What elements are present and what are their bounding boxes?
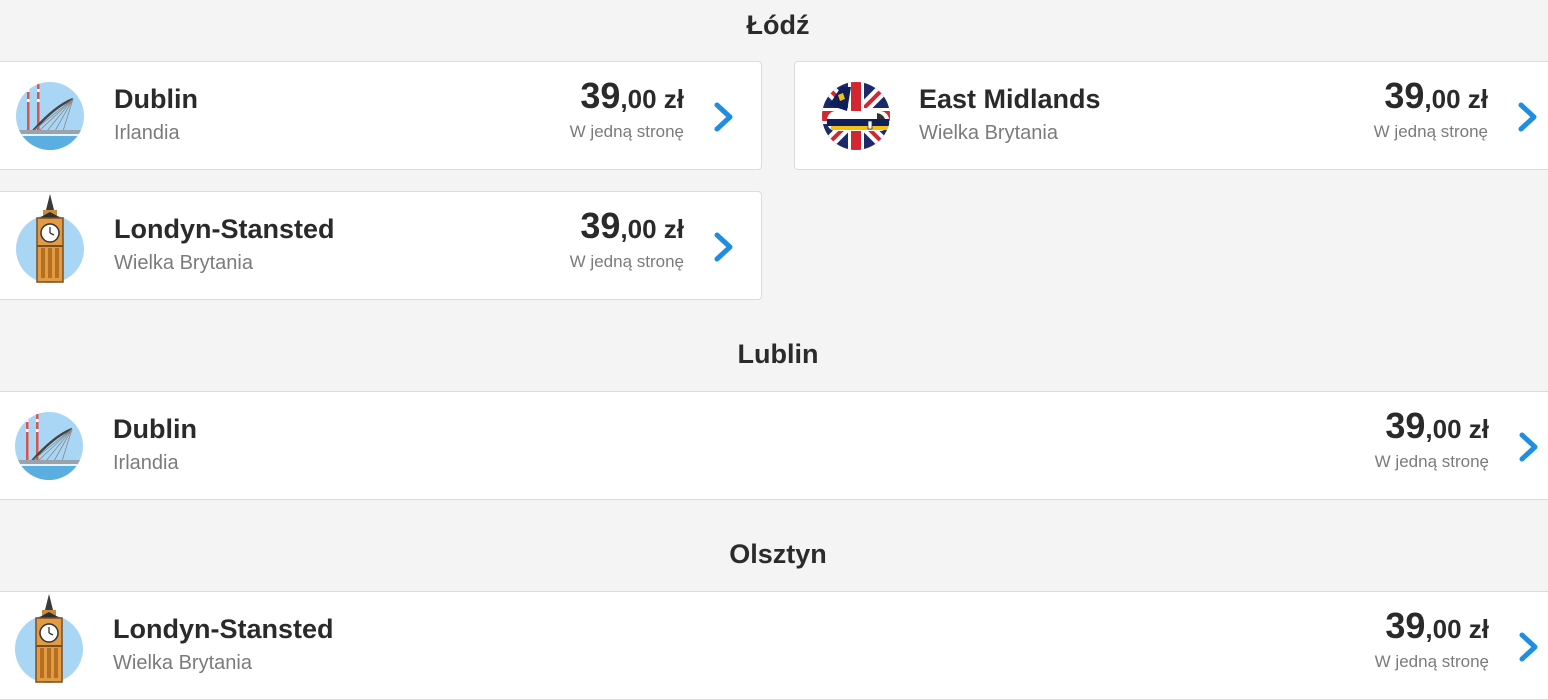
destination-city: Dublin	[113, 414, 197, 444]
price-block: 39,00 zł W jedną stronę	[570, 78, 684, 142]
destination-city: Dublin	[114, 84, 198, 114]
price-block: 39,00 zł W jedną stronę	[1375, 408, 1489, 472]
chevron-right-icon[interactable]	[1517, 102, 1539, 132]
chevron-right-icon[interactable]	[1518, 632, 1540, 662]
destination-city: Londyn-Stansted	[114, 214, 335, 244]
route-card-lodz-londyn-stansted[interactable]: Londyn-Stansted Wielka Brytania 39,00 zł…	[0, 191, 762, 300]
price: 39,00 zł	[1384, 75, 1488, 116]
ryanair-plane-uk-flag-icon	[821, 81, 891, 151]
route-card-lodz-dublin[interactable]: Dublin Irlandia 39,00 zł W jedną stronę	[0, 61, 762, 170]
chevron-right-icon[interactable]	[1518, 432, 1540, 462]
fare-type-label: W jedną stronę	[569, 252, 684, 271]
section-title-lodz: Łódź	[746, 10, 810, 40]
fare-type-label: W jedną stronę	[1374, 452, 1489, 471]
price: 39,00 zł	[580, 75, 684, 116]
dublin-bridge-icon	[15, 81, 85, 151]
price: 39,00 zł	[1385, 405, 1489, 446]
route-card-lodz-east-midlands[interactable]: East Midlands Wielka Brytania 39,00 zł W…	[794, 61, 1548, 170]
price-block: 39,00 zł W jedną stronę	[1375, 608, 1489, 672]
destination-country: Irlandia	[114, 122, 180, 144]
price: 39,00 zł	[580, 205, 684, 246]
route-card-olsztyn-londyn-stansted[interactable]: Londyn-Stansted Wielka Brytania 39,00 zł…	[0, 591, 1548, 700]
price-block: 39,00 zł W jedną stronę	[570, 208, 684, 272]
destination-city: Londyn-Stansted	[113, 614, 334, 644]
big-ben-icon	[14, 594, 84, 684]
destination-country: Irlandia	[113, 452, 179, 474]
destination-country: Wielka Brytania	[113, 652, 252, 674]
section-title-lublin: Lublin	[737, 339, 819, 369]
fare-type-label: W jedną stronę	[1374, 652, 1489, 671]
fare-type-label: W jedną stronę	[569, 122, 684, 141]
chevron-right-icon[interactable]	[713, 102, 735, 132]
big-ben-icon	[15, 194, 85, 284]
price-block: 39,00 zł W jedną stronę	[1374, 78, 1488, 142]
destination-country: Wielka Brytania	[114, 252, 253, 274]
destination-country: Wielka Brytania	[919, 122, 1058, 144]
chevron-right-icon[interactable]	[713, 232, 735, 262]
section-title-olsztyn: Olsztyn	[729, 539, 827, 569]
dublin-bridge-icon	[14, 411, 84, 481]
price: 39,00 zł	[1385, 605, 1489, 646]
route-card-lublin-dublin[interactable]: Dublin Irlandia 39,00 zł W jedną stronę	[0, 391, 1548, 500]
destination-city: East Midlands	[919, 84, 1101, 114]
fare-type-label: W jedną stronę	[1373, 122, 1488, 141]
